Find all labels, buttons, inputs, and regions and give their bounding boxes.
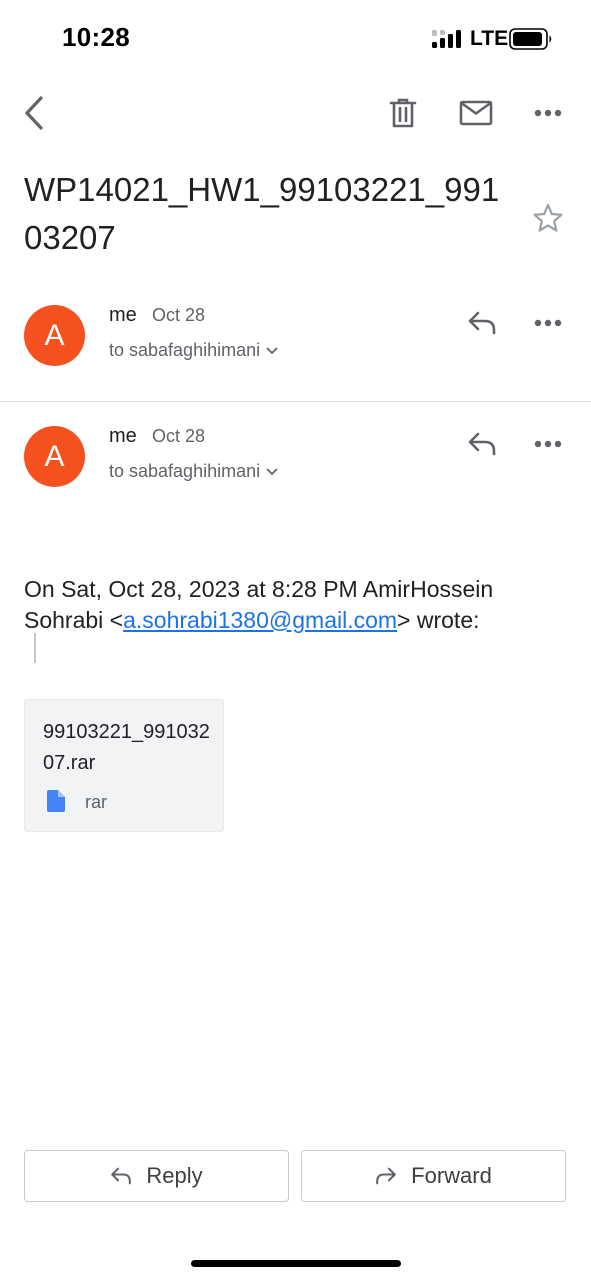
email-link[interactable]: a.sohrabi1380@gmail.com [123,607,397,633]
forward-icon [376,1167,396,1185]
chevron-down-icon [266,468,278,475]
forward-label: Forward [411,1163,492,1188]
home-indicator[interactable] [191,1260,401,1267]
reply-label: Reply [146,1163,203,1188]
reply-icon [111,1167,132,1185]
avatar: A [24,305,85,366]
quote-bar [34,633,36,663]
reply-icon-button[interactable] [462,303,502,343]
recipient-label: to sabafaghihimani [109,461,261,481]
recipient-label: to sabafaghihimani [109,340,261,360]
more-options-button[interactable] [528,93,568,133]
message-date: Oct 28 [152,305,206,325]
mark-unread-button[interactable] [456,93,496,133]
network-type: LTE [470,27,509,50]
attachment-type: rar [85,792,107,812]
reply-icon-button[interactable] [462,424,502,464]
attachment-filename: 99103221_99103207.rar [43,721,210,774]
more-horizontal-icon [534,109,562,117]
signal-icon [432,30,461,48]
back-button[interactable] [14,93,54,133]
sender-name: me [109,304,137,326]
reply-icon [468,432,496,456]
star-button[interactable] [528,198,568,238]
more-horizontal-icon [534,319,562,327]
trash-icon [389,98,417,128]
attachment-card[interactable]: 99103221_99103207.rar rar [24,699,224,832]
more-horizontal-icon [534,440,562,448]
chevron-left-icon [25,96,43,130]
quote-suffix: > wrote: [397,607,480,633]
sender-name: me [109,425,137,447]
battery-icon [509,28,552,50]
chevron-down-icon [266,347,278,354]
message-divider [0,401,591,402]
recipient-details[interactable]: to sabafaghihimani [109,461,278,482]
forward-button[interactable]: Forward [301,1150,566,1202]
message-more-button[interactable] [528,303,568,343]
avatar: A [24,426,85,487]
mail-icon [459,100,493,126]
message-date: Oct 28 [152,426,206,446]
star-icon [533,203,563,232]
status-time: 10:28 [62,22,130,52]
reply-icon [468,311,496,335]
message-more-button[interactable] [528,424,568,464]
email-subject: WP14021_HW1_99103221_99103207 [24,171,500,256]
file-icon [47,790,65,812]
quoted-header: On Sat, Oct 28, 2023 at 8:28 PM AmirHoss… [24,574,564,636]
recipient-details[interactable]: to sabafaghihimani [109,340,278,361]
delete-button[interactable] [383,93,423,133]
reply-button[interactable]: Reply [24,1150,289,1202]
